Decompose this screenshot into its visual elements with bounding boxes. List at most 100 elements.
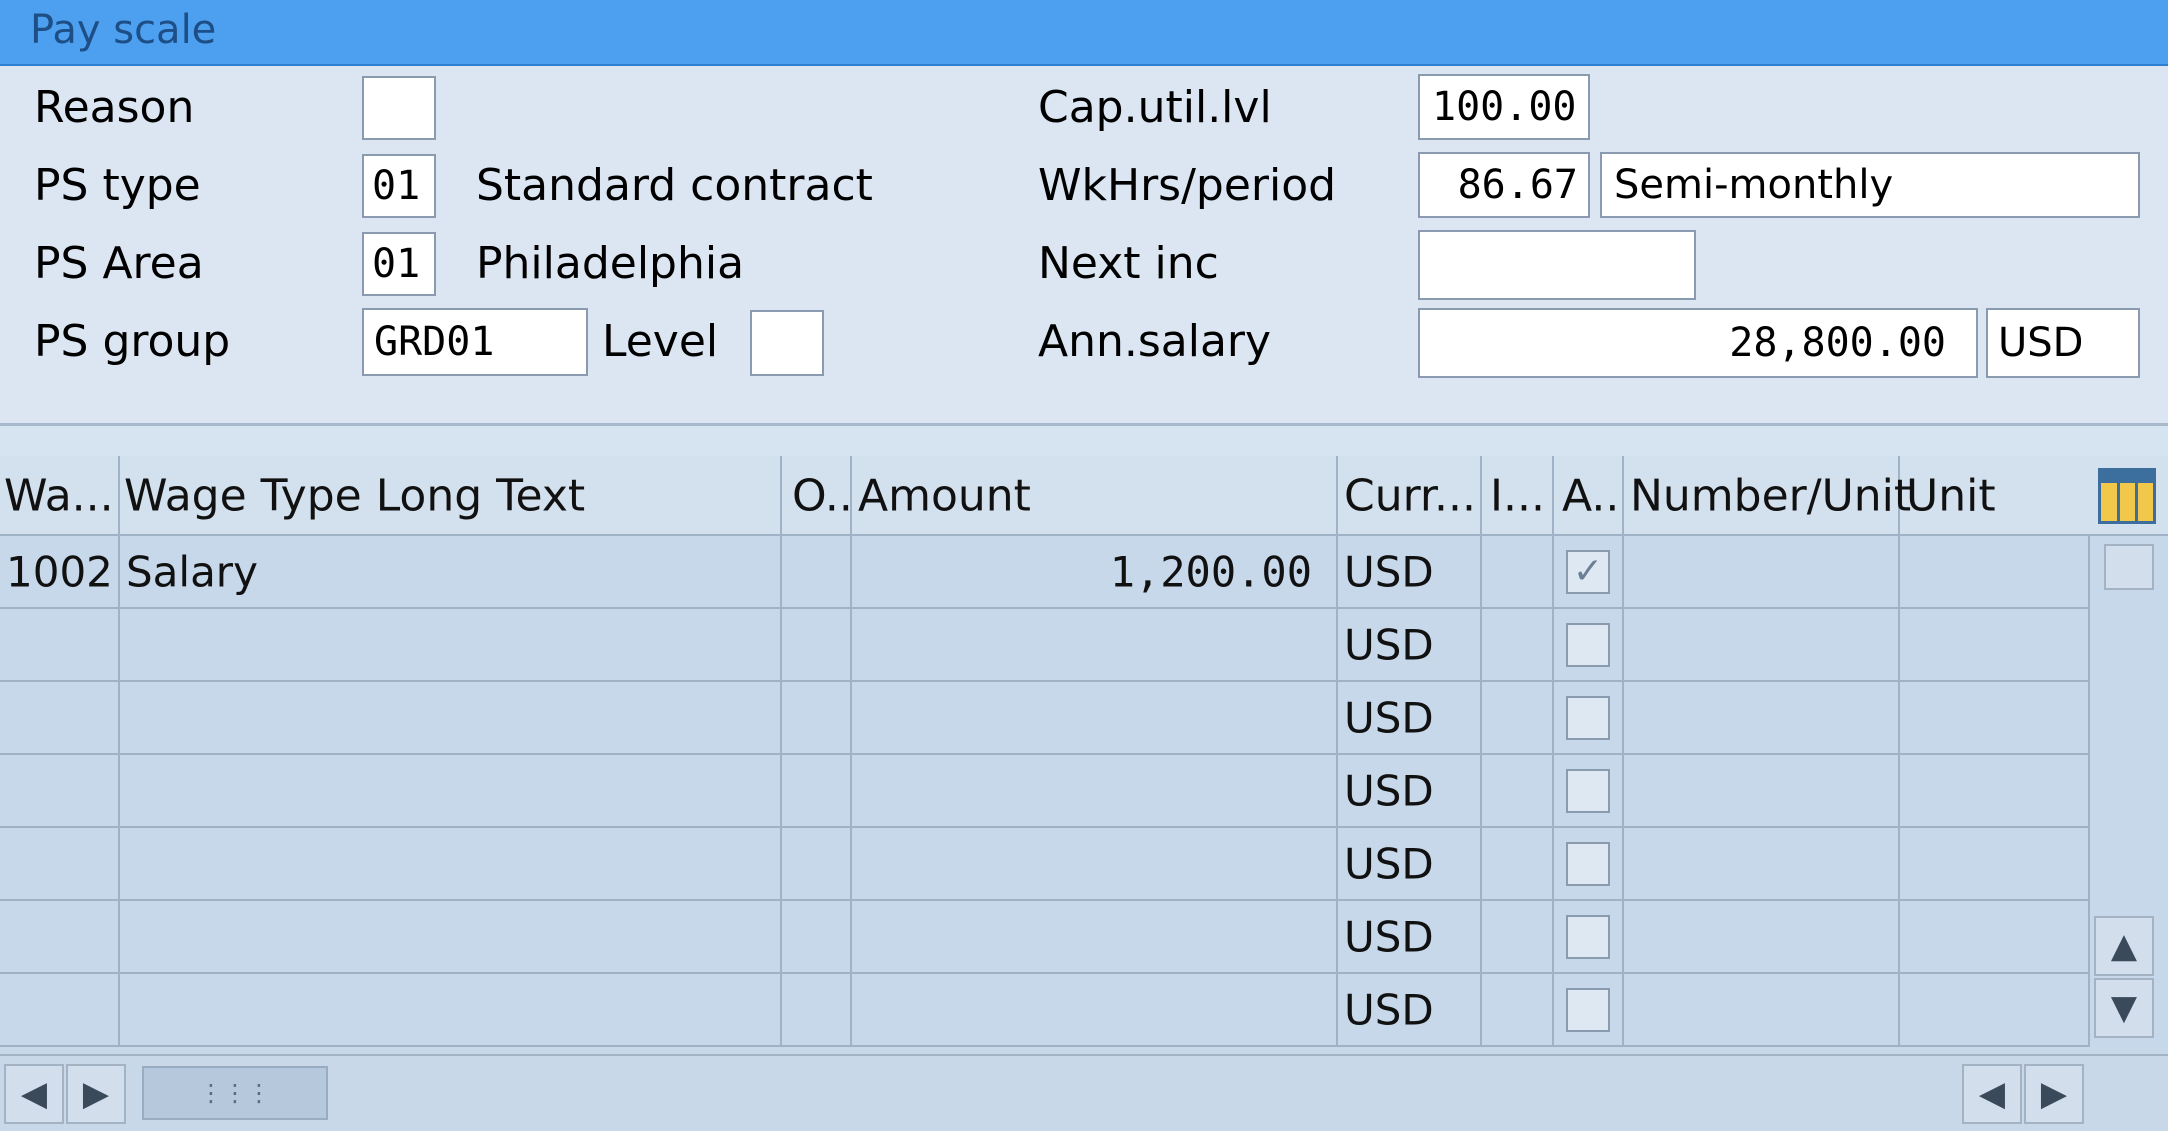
cell-unit[interactable] [1900, 755, 2090, 828]
ps-area-field[interactable]: 01 [362, 232, 436, 296]
scroll-up-icon[interactable]: ▲ [2094, 916, 2154, 976]
scroll-left-end-icon[interactable]: ◀ [1962, 1064, 2022, 1124]
cell-amount[interactable] [852, 682, 1338, 755]
cell-o[interactable] [782, 974, 852, 1047]
row-checkbox[interactable]: ✓ [1566, 550, 1610, 594]
cell-i[interactable] [1482, 609, 1554, 682]
row-checkbox[interactable] [1566, 769, 1610, 813]
cell-o[interactable] [782, 755, 852, 828]
cell-amount[interactable] [852, 901, 1338, 974]
cell-i[interactable] [1482, 536, 1554, 609]
scroll-right-icon[interactable]: ▶ [66, 1064, 126, 1124]
ps-type-field[interactable]: 01 [362, 154, 436, 218]
cell-i[interactable] [1482, 682, 1554, 755]
cell-o[interactable] [782, 901, 852, 974]
wkhrs-period-field[interactable]: Semi-monthly [1600, 152, 2140, 218]
cell-i[interactable] [1482, 901, 1554, 974]
cell-wage-type[interactable] [0, 901, 120, 974]
cell-i[interactable] [1482, 828, 1554, 901]
cell-unit[interactable] [1900, 901, 2090, 974]
cell-unit[interactable] [1900, 536, 2090, 609]
cell-currency[interactable]: USD [1338, 682, 1482, 755]
cell-long-text[interactable] [120, 901, 782, 974]
cell-amount[interactable] [852, 974, 1338, 1047]
cell-amount[interactable] [852, 828, 1338, 901]
scrollbar-thumb[interactable]: ⋮⋮⋮ [142, 1066, 328, 1120]
cell-number-unit[interactable] [1624, 536, 1900, 609]
cell-wage-type[interactable] [0, 974, 120, 1047]
col-header-a[interactable]: A.. [1554, 456, 1624, 536]
cell-currency[interactable]: USD [1338, 755, 1482, 828]
row-checkbox[interactable] [1566, 988, 1610, 1032]
row-checkbox[interactable] [1566, 915, 1610, 959]
cell-long-text[interactable]: Salary [120, 536, 782, 609]
col-header-o[interactable]: O.. [782, 456, 853, 536]
col-header-currency[interactable]: Curr... [1338, 456, 1482, 536]
cell-number-unit[interactable] [1624, 828, 1900, 901]
col-header-amount[interactable]: Amount [852, 456, 1338, 536]
row-selector[interactable] [2104, 544, 2154, 590]
column-settings-icon[interactable] [2098, 468, 2156, 524]
row-checkbox[interactable] [1566, 623, 1610, 667]
ann-salary-currency-field[interactable]: USD [1986, 308, 2140, 378]
cell-a[interactable] [1554, 609, 1624, 682]
level-field[interactable] [750, 310, 824, 376]
cell-long-text[interactable] [120, 755, 782, 828]
cell-unit[interactable] [1900, 609, 2090, 682]
col-header-long-text[interactable]: Wage Type Long Text [120, 456, 782, 536]
cell-a[interactable]: ✓ [1554, 536, 1624, 609]
cell-currency[interactable]: USD [1338, 828, 1482, 901]
cell-number-unit[interactable] [1624, 974, 1900, 1047]
col-header-unit[interactable]: Unit [1900, 456, 2090, 536]
cell-long-text[interactable] [120, 682, 782, 755]
cell-currency[interactable]: USD [1338, 536, 1482, 609]
cell-a[interactable] [1554, 828, 1624, 901]
cell-unit[interactable] [1900, 974, 2090, 1047]
cell-o[interactable] [782, 536, 852, 609]
cell-long-text[interactable] [120, 609, 782, 682]
col-header-i[interactable]: I... [1482, 456, 1554, 536]
cell-a[interactable] [1554, 755, 1624, 828]
ann-salary-field[interactable]: 28,800.00 [1418, 308, 1978, 378]
cell-wage-type[interactable] [0, 609, 120, 682]
cell-wage-type[interactable]: 1002 [0, 536, 120, 609]
scroll-left-icon[interactable]: ◀ [4, 1064, 64, 1124]
cell-unit[interactable] [1900, 682, 2090, 755]
ps-group-field[interactable]: GRD01 [362, 308, 588, 376]
cell-currency[interactable]: USD [1338, 609, 1482, 682]
cell-long-text[interactable] [120, 828, 782, 901]
scroll-right-end-icon[interactable]: ▶ [2024, 1064, 2084, 1124]
next-inc-field[interactable] [1418, 230, 1696, 300]
cell-o[interactable] [782, 828, 852, 901]
cell-a[interactable] [1554, 682, 1624, 755]
cell-a[interactable] [1554, 974, 1624, 1047]
cell-o[interactable] [782, 609, 852, 682]
cell-long-text[interactable] [120, 974, 782, 1047]
cell-unit[interactable] [1900, 828, 2090, 901]
wkhrs-field[interactable]: 86.67 [1418, 152, 1590, 218]
horizontal-scrollbar[interactable]: ◀ ▶ ⋮⋮⋮ ◀ ▶ [0, 1054, 2168, 1131]
cell-number-unit[interactable] [1624, 755, 1900, 828]
row-checkbox[interactable] [1566, 696, 1610, 740]
cell-i[interactable] [1482, 974, 1554, 1047]
cell-currency[interactable]: USD [1338, 974, 1482, 1047]
cell-currency[interactable]: USD [1338, 901, 1482, 974]
cell-number-unit[interactable] [1624, 682, 1900, 755]
cell-wage-type[interactable] [0, 755, 120, 828]
cell-i[interactable] [1482, 755, 1554, 828]
cell-amount[interactable]: 1,200.00 [852, 536, 1338, 609]
cell-amount[interactable] [852, 755, 1338, 828]
cell-a[interactable] [1554, 901, 1624, 974]
cap-util-field[interactable]: 100.00 [1418, 74, 1590, 140]
cell-number-unit[interactable] [1624, 901, 1900, 974]
cell-wage-type[interactable] [0, 828, 120, 901]
reason-field[interactable] [362, 76, 436, 140]
scroll-down-icon[interactable]: ▼ [2094, 978, 2154, 1038]
cell-o[interactable] [782, 682, 852, 755]
cell-wage-type[interactable] [0, 682, 120, 755]
cell-amount[interactable] [852, 609, 1338, 682]
col-header-wage-type[interactable]: Wa... [0, 456, 120, 536]
cell-number-unit[interactable] [1624, 609, 1900, 682]
col-header-number-unit[interactable]: Number/Unit [1624, 456, 1911, 536]
row-checkbox[interactable] [1566, 842, 1610, 886]
